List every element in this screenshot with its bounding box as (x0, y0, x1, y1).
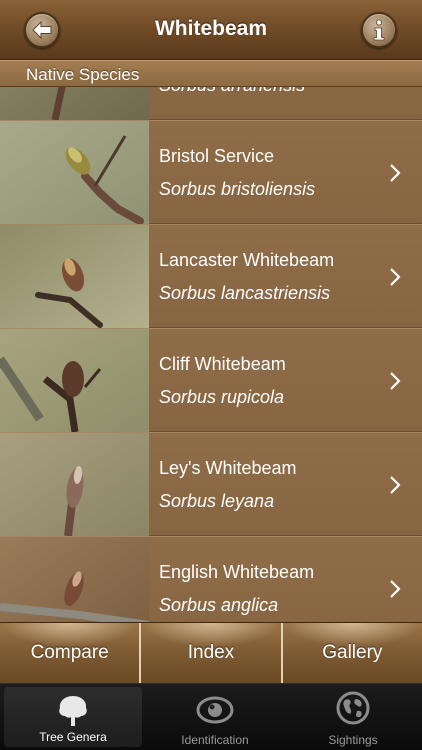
common-name: Bristol Service (159, 146, 275, 166)
tab-bar: Tree Genera Identification Sightings (0, 683, 422, 750)
tab-sightings[interactable]: Sightings (284, 684, 422, 750)
tab-label: Sightings (328, 733, 378, 747)
chevron-right-icon (390, 268, 401, 286)
compare-button[interactable]: Compare (0, 623, 140, 683)
list-item[interactable]: Lancaster Whitebeam Sorbus lancastriensi… (0, 224, 422, 328)
species-list[interactable]: Sorbus arranensis Bristol Service Sorbus… (0, 60, 422, 622)
gallery-button[interactable]: Gallery (280, 623, 422, 683)
latin-name: Sorbus rupicola (159, 387, 285, 407)
action-bar: Compare Index Gallery (0, 622, 422, 683)
globe-icon (336, 691, 370, 725)
common-name: English Whitebeam (159, 562, 315, 582)
list-item[interactable]: Cliff Whitebeam Sorbus rupicola (0, 328, 422, 432)
section-title: Native Species (26, 65, 140, 84)
info-button[interactable] (361, 12, 397, 48)
tab-identification[interactable]: Identification (146, 684, 284, 750)
latin-name: Sorbus anglica (159, 595, 279, 615)
common-name: Cliff Whitebeam (159, 354, 286, 374)
species-thumbnail (0, 433, 149, 536)
back-arrow-icon (32, 21, 52, 39)
species-thumbnail (0, 537, 149, 622)
section-header: Native Species (0, 60, 422, 87)
chevron-right-icon (390, 372, 401, 390)
chevron-right-icon (390, 164, 401, 182)
latin-name: Sorbus bristoliensis (159, 179, 316, 199)
species-thumbnail (0, 121, 149, 224)
species-thumbnail (0, 225, 149, 328)
common-name: Ley's Whitebeam (159, 458, 297, 478)
eye-icon (196, 696, 234, 724)
latin-name: Sorbus lancastriensis (159, 283, 331, 303)
info-icon (373, 19, 385, 41)
back-button[interactable] (24, 12, 60, 48)
navigation-bar: Whitebeam (0, 0, 422, 60)
tree-icon (59, 696, 87, 726)
tab-label: Identification (181, 733, 249, 747)
chevron-right-icon (390, 580, 401, 598)
latin-name: Sorbus leyana (159, 491, 275, 511)
index-button[interactable]: Index (139, 623, 281, 683)
list-item[interactable]: Ley's Whitebeam Sorbus leyana (0, 432, 422, 536)
tab-label: Tree Genera (39, 730, 107, 744)
species-thumbnail (0, 329, 149, 432)
common-name: Lancaster Whitebeam (159, 250, 335, 270)
list-item[interactable]: Bristol Service Sorbus bristoliensis (0, 120, 422, 224)
page-title: Whitebeam (154, 17, 267, 40)
list-item[interactable]: English Whitebeam Sorbus anglica (0, 536, 422, 622)
chevron-right-icon (390, 476, 401, 494)
tab-tree-genera[interactable]: Tree Genera (4, 687, 142, 747)
